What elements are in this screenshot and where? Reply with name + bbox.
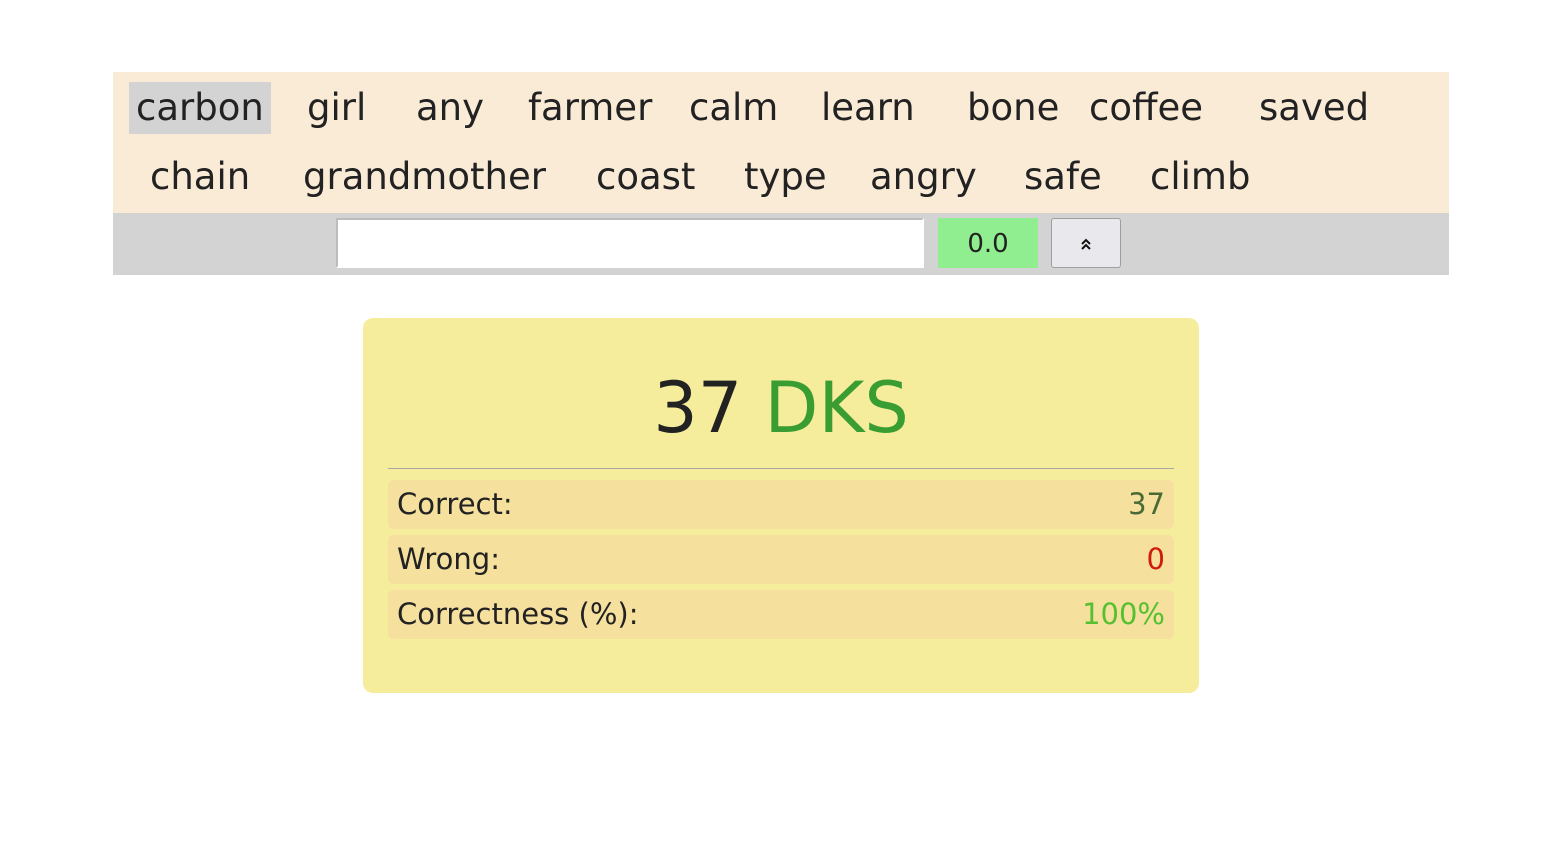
word-current: carbon — [129, 82, 271, 134]
chevron-double-up-icon — [1081, 238, 1091, 250]
word-list-panel: carbon girl any farmer calm learn bone c… — [113, 72, 1449, 213]
typing-bar: 0.0 — [113, 213, 1449, 275]
speed-display: 37 DKS — [363, 363, 1199, 453]
result-card: 37 DKS Correct: 37 Wrong: 0 Correctness … — [363, 318, 1199, 693]
divider — [388, 468, 1174, 469]
typing-input[interactable] — [336, 218, 924, 268]
stat-value-correctness: 100% — [1082, 597, 1165, 631]
word-item: farmer — [528, 86, 653, 129]
word-item: any — [416, 86, 485, 129]
word-item: safe — [1024, 155, 1102, 198]
timer-display: 0.0 — [938, 218, 1038, 268]
stat-row-correctness: Correctness (%): 100% — [388, 590, 1174, 639]
stat-row-correct: Correct: 37 — [388, 480, 1174, 529]
stat-label: Correctness (%): — [397, 597, 639, 631]
collapse-toggle-button[interactable] — [1051, 218, 1121, 268]
word-item: coffee — [1089, 86, 1203, 129]
stat-label: Wrong: — [397, 542, 500, 576]
word-item: calm — [689, 86, 779, 129]
word-item: coast — [596, 155, 696, 198]
word-item: bone — [967, 86, 1060, 129]
speed-unit: DKS — [764, 367, 909, 449]
word-item: type — [744, 155, 827, 198]
word-item: saved — [1259, 86, 1370, 129]
speed-value: 37 — [653, 367, 743, 449]
stat-value-wrong: 0 — [1146, 542, 1165, 576]
word-item: angry — [870, 155, 977, 198]
stat-value-correct: 37 — [1128, 487, 1165, 521]
word-item: girl — [307, 86, 367, 129]
stat-label: Correct: — [397, 487, 513, 521]
stat-row-wrong: Wrong: 0 — [388, 535, 1174, 584]
word-item: chain — [150, 155, 251, 198]
word-item: climb — [1150, 155, 1251, 198]
word-item: learn — [821, 86, 915, 129]
word-item: grandmother — [303, 155, 546, 198]
